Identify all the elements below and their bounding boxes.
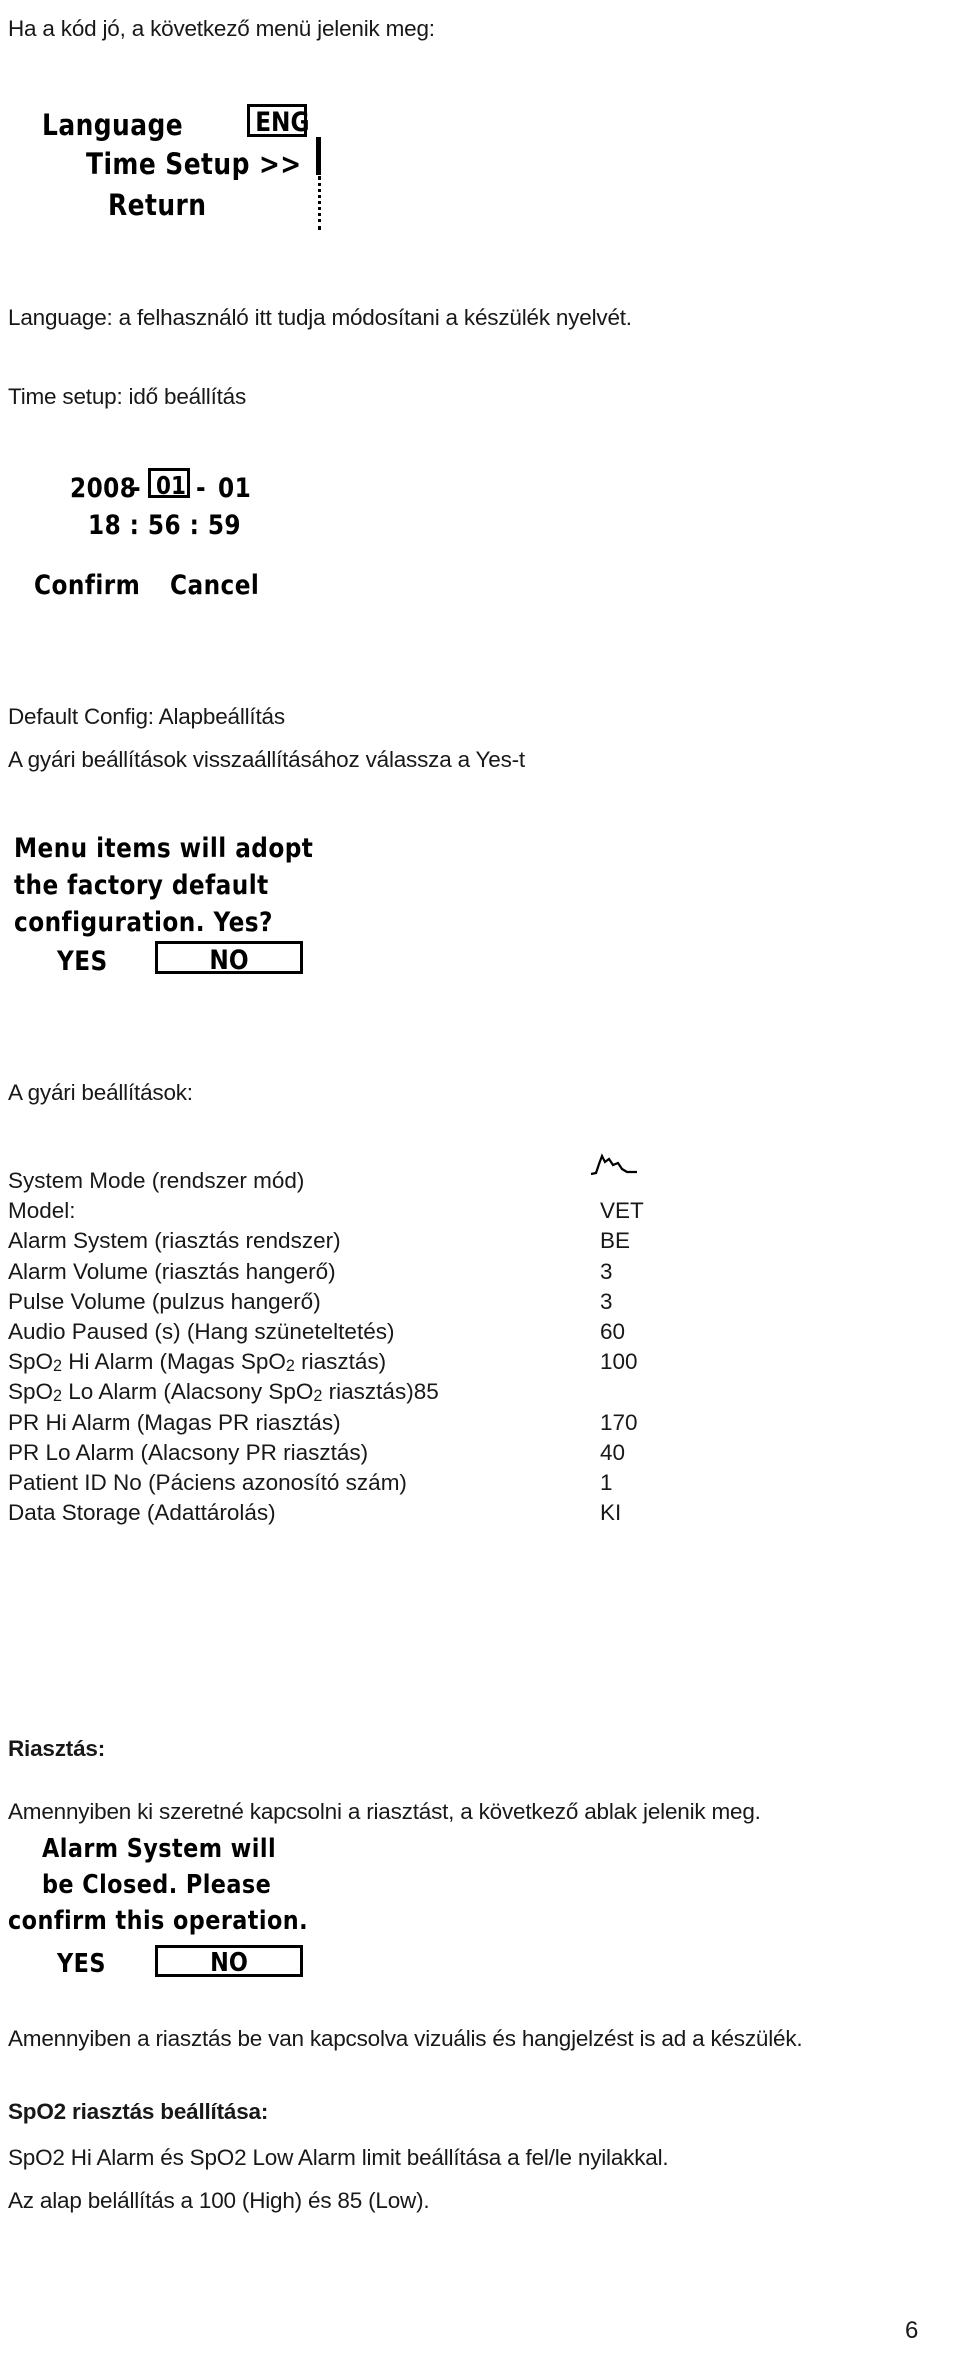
- setting-label: Pulse Volume (pulzus hangerő): [8, 1288, 321, 1314]
- setting-label: Alarm Volume (riasztás hangerő): [8, 1258, 336, 1284]
- setting-value: 40: [600, 1439, 626, 1465]
- factory-settings-heading: A gyári beállítások:: [8, 1080, 193, 1105]
- time-date-separator-2: -: [196, 473, 207, 504]
- time-setup-description: Time setup: idő beállítás: [8, 384, 247, 409]
- document-page: Ha a kód jó, a következő menü jelenik me…: [0, 0, 960, 2378]
- setting-label: System Mode (rendszer mód): [8, 1168, 305, 1193]
- alarm-dialog-yes-button[interactable]: YES: [57, 1949, 106, 1979]
- menu-scrollbar-thumb[interactable]: [316, 137, 321, 175]
- factory-dialog-line-1: Menu items will adopt: [14, 833, 314, 864]
- setting-value: 3: [600, 1258, 613, 1284]
- setting-value: 85: [413, 1379, 439, 1405]
- alarm-dialog-line-3: confirm this operation.: [8, 1906, 309, 1936]
- setting-label: PR Lo Alarm (Alacsony PR riasztás): [8, 1439, 369, 1465]
- alarm-section-note: Amennyiben a riasztás be van kapcsolva v…: [8, 2026, 803, 2051]
- setting-value: KI: [600, 1500, 622, 1526]
- factory-dialog-line-3: configuration. Yes?: [14, 907, 273, 938]
- spo2-section-heading: SpO2 riasztás beállítása:: [8, 2099, 269, 2124]
- setting-label: Data Storage (Adattárolás): [8, 1500, 276, 1526]
- menu-item-time-setup-label[interactable]: Time Setup >>: [86, 147, 302, 181]
- default-config-description: Default Config: Alapbeállítás: [8, 704, 285, 729]
- alarm-section-intro: Amennyiben ki szeretné kapcsolni a riasz…: [8, 1799, 761, 1824]
- factory-dialog-no-label: NO: [209, 945, 249, 976]
- time-month-value: 01: [156, 471, 186, 500]
- setting-label: Patient ID No (Páciens azonosító szám): [8, 1469, 407, 1495]
- spo2-section-line-1: SpO2 Hi Alarm és SpO2 Low Alarm limit be…: [8, 2145, 669, 2170]
- setting-value: VET: [600, 1198, 644, 1224]
- page-number: 6: [905, 2317, 919, 2344]
- setting-label: SpO2 Lo Alarm (Alacsony SpO2 riasztás): [8, 1379, 414, 1406]
- spo2-section-line-2: Az alap belállítás a 100 (High) és 85 (L…: [8, 2188, 430, 2213]
- menu-scrollbar-track[interactable]: [318, 176, 321, 230]
- setting-value: 60: [600, 1318, 626, 1344]
- setting-label: SpO2 Hi Alarm (Magas SpO2 riasztás): [8, 1349, 387, 1376]
- setting-value: 170: [600, 1409, 638, 1435]
- alarm-dialog-line-2: be Closed. Please: [42, 1870, 272, 1900]
- time-day-value[interactable]: 01: [218, 473, 251, 504]
- language-description: Language: a felhasználó itt tudja módosí…: [8, 305, 632, 330]
- pulse-waveform-icon: [590, 1153, 637, 1176]
- setting-value: 1: [600, 1469, 613, 1495]
- alarm-dialog-line-1: Alarm System will: [42, 1834, 277, 1864]
- intro-paragraph: Ha a kód jó, a következő menü jelenik me…: [8, 16, 435, 41]
- factory-dialog-line-2: the factory default: [14, 870, 269, 901]
- time-date-separator-1: -: [131, 473, 142, 504]
- time-cancel-button[interactable]: Cancel: [170, 570, 259, 601]
- setting-label: Model:: [8, 1198, 76, 1224]
- menu-item-language-value: ENG: [255, 107, 310, 138]
- alarm-dialog-no-label: NO: [210, 1948, 248, 1978]
- factory-dialog-yes-button[interactable]: YES: [57, 946, 108, 977]
- menu-item-language-label[interactable]: Language: [42, 108, 183, 142]
- setting-value: 100: [600, 1349, 638, 1375]
- setting-label: Audio Paused (s) (Hang szüneteltetés): [8, 1318, 395, 1344]
- setting-label: PR Hi Alarm (Magas PR riasztás): [8, 1409, 341, 1435]
- setting-label: Alarm System (riasztás rendszer): [8, 1228, 341, 1254]
- time-confirm-button[interactable]: Confirm: [34, 570, 140, 601]
- setting-value: 3: [600, 1288, 613, 1314]
- setting-value: BE: [600, 1228, 631, 1254]
- time-year-value[interactable]: 2008: [70, 473, 136, 504]
- factory-restore-instruction: A gyári beállítások visszaállításához vá…: [8, 747, 525, 772]
- alarm-section-heading: Riasztás:: [8, 1736, 105, 1761]
- time-clock-value[interactable]: 18 : 56 : 59: [88, 510, 241, 541]
- menu-item-return-label[interactable]: Return: [108, 188, 206, 222]
